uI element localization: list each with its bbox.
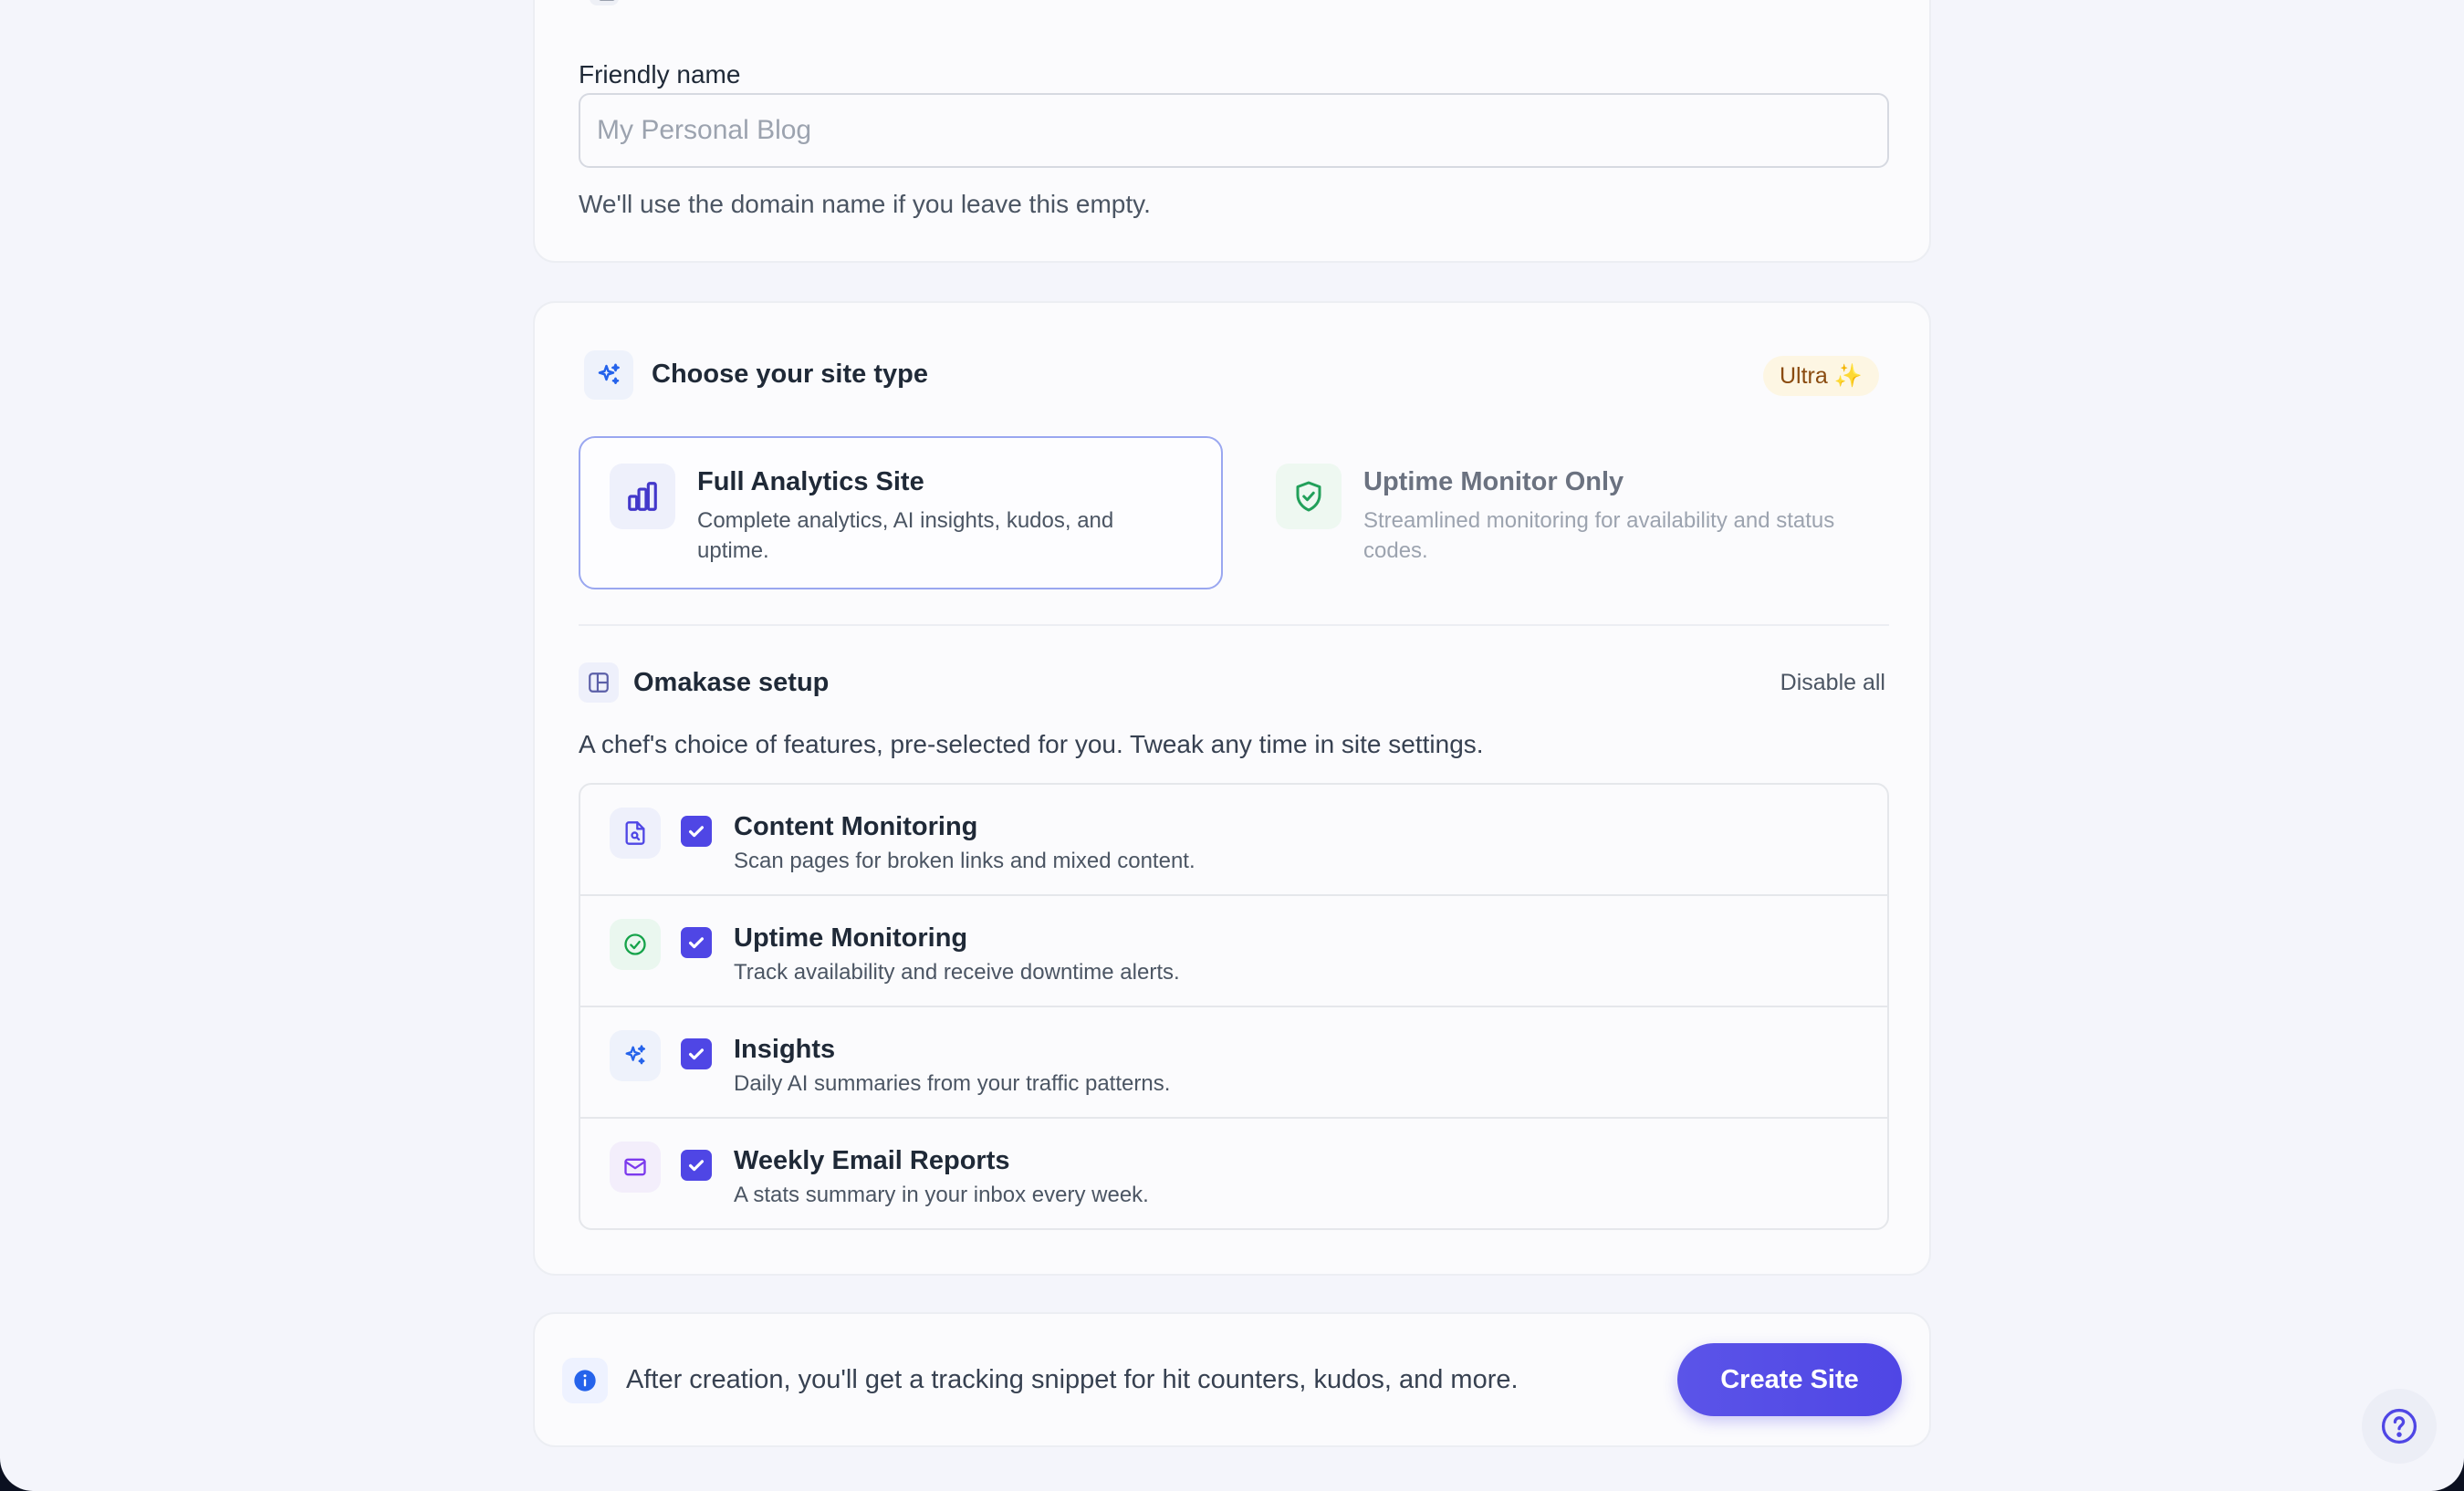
weekly-email-checkbox[interactable] xyxy=(681,1150,712,1181)
content-monitoring-checkbox[interactable] xyxy=(681,816,712,847)
question-circle-icon xyxy=(2381,1408,2417,1444)
sparkles-icon xyxy=(584,350,633,400)
feature-description: Scan pages for broken links and mixed co… xyxy=(734,849,1195,873)
feature-description: Daily AI summaries from your traffic pat… xyxy=(734,1071,1171,1096)
feature-list: Content Monitoring Scan pages for broken… xyxy=(579,783,1889,1230)
insights-checkbox[interactable] xyxy=(681,1038,712,1069)
option-uptime-only[interactable]: Uptime Monitor Only Streamlined monitori… xyxy=(1245,436,1889,589)
create-site-button[interactable]: Create Site xyxy=(1677,1343,1902,1416)
uptime-monitoring-checkbox[interactable] xyxy=(681,927,712,958)
feature-row-insights: Insights Daily AI summaries from your tr… xyxy=(580,1007,1887,1119)
friendly-name-help: We'll use the domain name if you leave t… xyxy=(579,190,1151,218)
friendly-name-input[interactable] xyxy=(579,93,1889,168)
shield-check-icon xyxy=(1276,464,1342,529)
option-description: Complete analytics, AI insights, kudos, … xyxy=(697,508,1114,563)
feature-title: Content Monitoring xyxy=(734,812,978,841)
feature-description: A stats summary in your inbox every week… xyxy=(734,1183,1149,1207)
site-type-title: Choose your site type xyxy=(652,360,928,389)
bar-chart-icon xyxy=(610,464,675,529)
option-description: Streamlined monitoring for availability … xyxy=(1363,508,1835,563)
page-viewport: Friendly name We'll use the domain name … xyxy=(0,0,2464,1491)
disable-all-button[interactable]: Disable all xyxy=(1780,670,1885,696)
layout-icon xyxy=(579,662,619,703)
friendly-name-card: Friendly name We'll use the domain name … xyxy=(533,0,1931,263)
omakase-description: A chef's choice of features, pre-selecte… xyxy=(579,730,1484,758)
globe-icon xyxy=(590,0,619,5)
sparkles-icon xyxy=(610,1030,661,1081)
help-button[interactable] xyxy=(2362,1389,2437,1464)
creation-info-text: After creation, you'll get a tracking sn… xyxy=(626,1365,1519,1394)
info-icon xyxy=(562,1358,608,1403)
feature-description: Track availability and receive downtime … xyxy=(734,960,1180,985)
feature-title: Weekly Email Reports xyxy=(734,1146,1010,1175)
ultra-badge: Ultra ✨ xyxy=(1763,356,1879,396)
divider xyxy=(579,624,1889,626)
feature-row-uptime-monitoring: Uptime Monitoring Track availability and… xyxy=(580,896,1887,1007)
feature-title: Uptime Monitoring xyxy=(734,923,968,953)
site-type-card: Choose your site type Ultra ✨ Full Analy… xyxy=(533,301,1931,1276)
option-full-analytics[interactable]: Full Analytics Site Complete analytics, … xyxy=(579,436,1223,589)
feature-row-content-monitoring: Content Monitoring Scan pages for broken… xyxy=(580,785,1887,896)
friendly-name-label: Friendly name xyxy=(579,60,741,89)
check-circle-icon xyxy=(610,919,661,970)
document-search-icon xyxy=(610,808,661,859)
feature-row-weekly-email: Weekly Email Reports A stats summary in … xyxy=(580,1119,1887,1228)
mail-icon xyxy=(610,1142,661,1193)
option-title: Uptime Monitor Only xyxy=(1363,467,1624,496)
option-title: Full Analytics Site xyxy=(697,467,924,496)
create-footer-card: After creation, you'll get a tracking sn… xyxy=(533,1312,1931,1447)
feature-title: Insights xyxy=(734,1035,836,1064)
omakase-title: Omakase setup xyxy=(633,668,830,697)
